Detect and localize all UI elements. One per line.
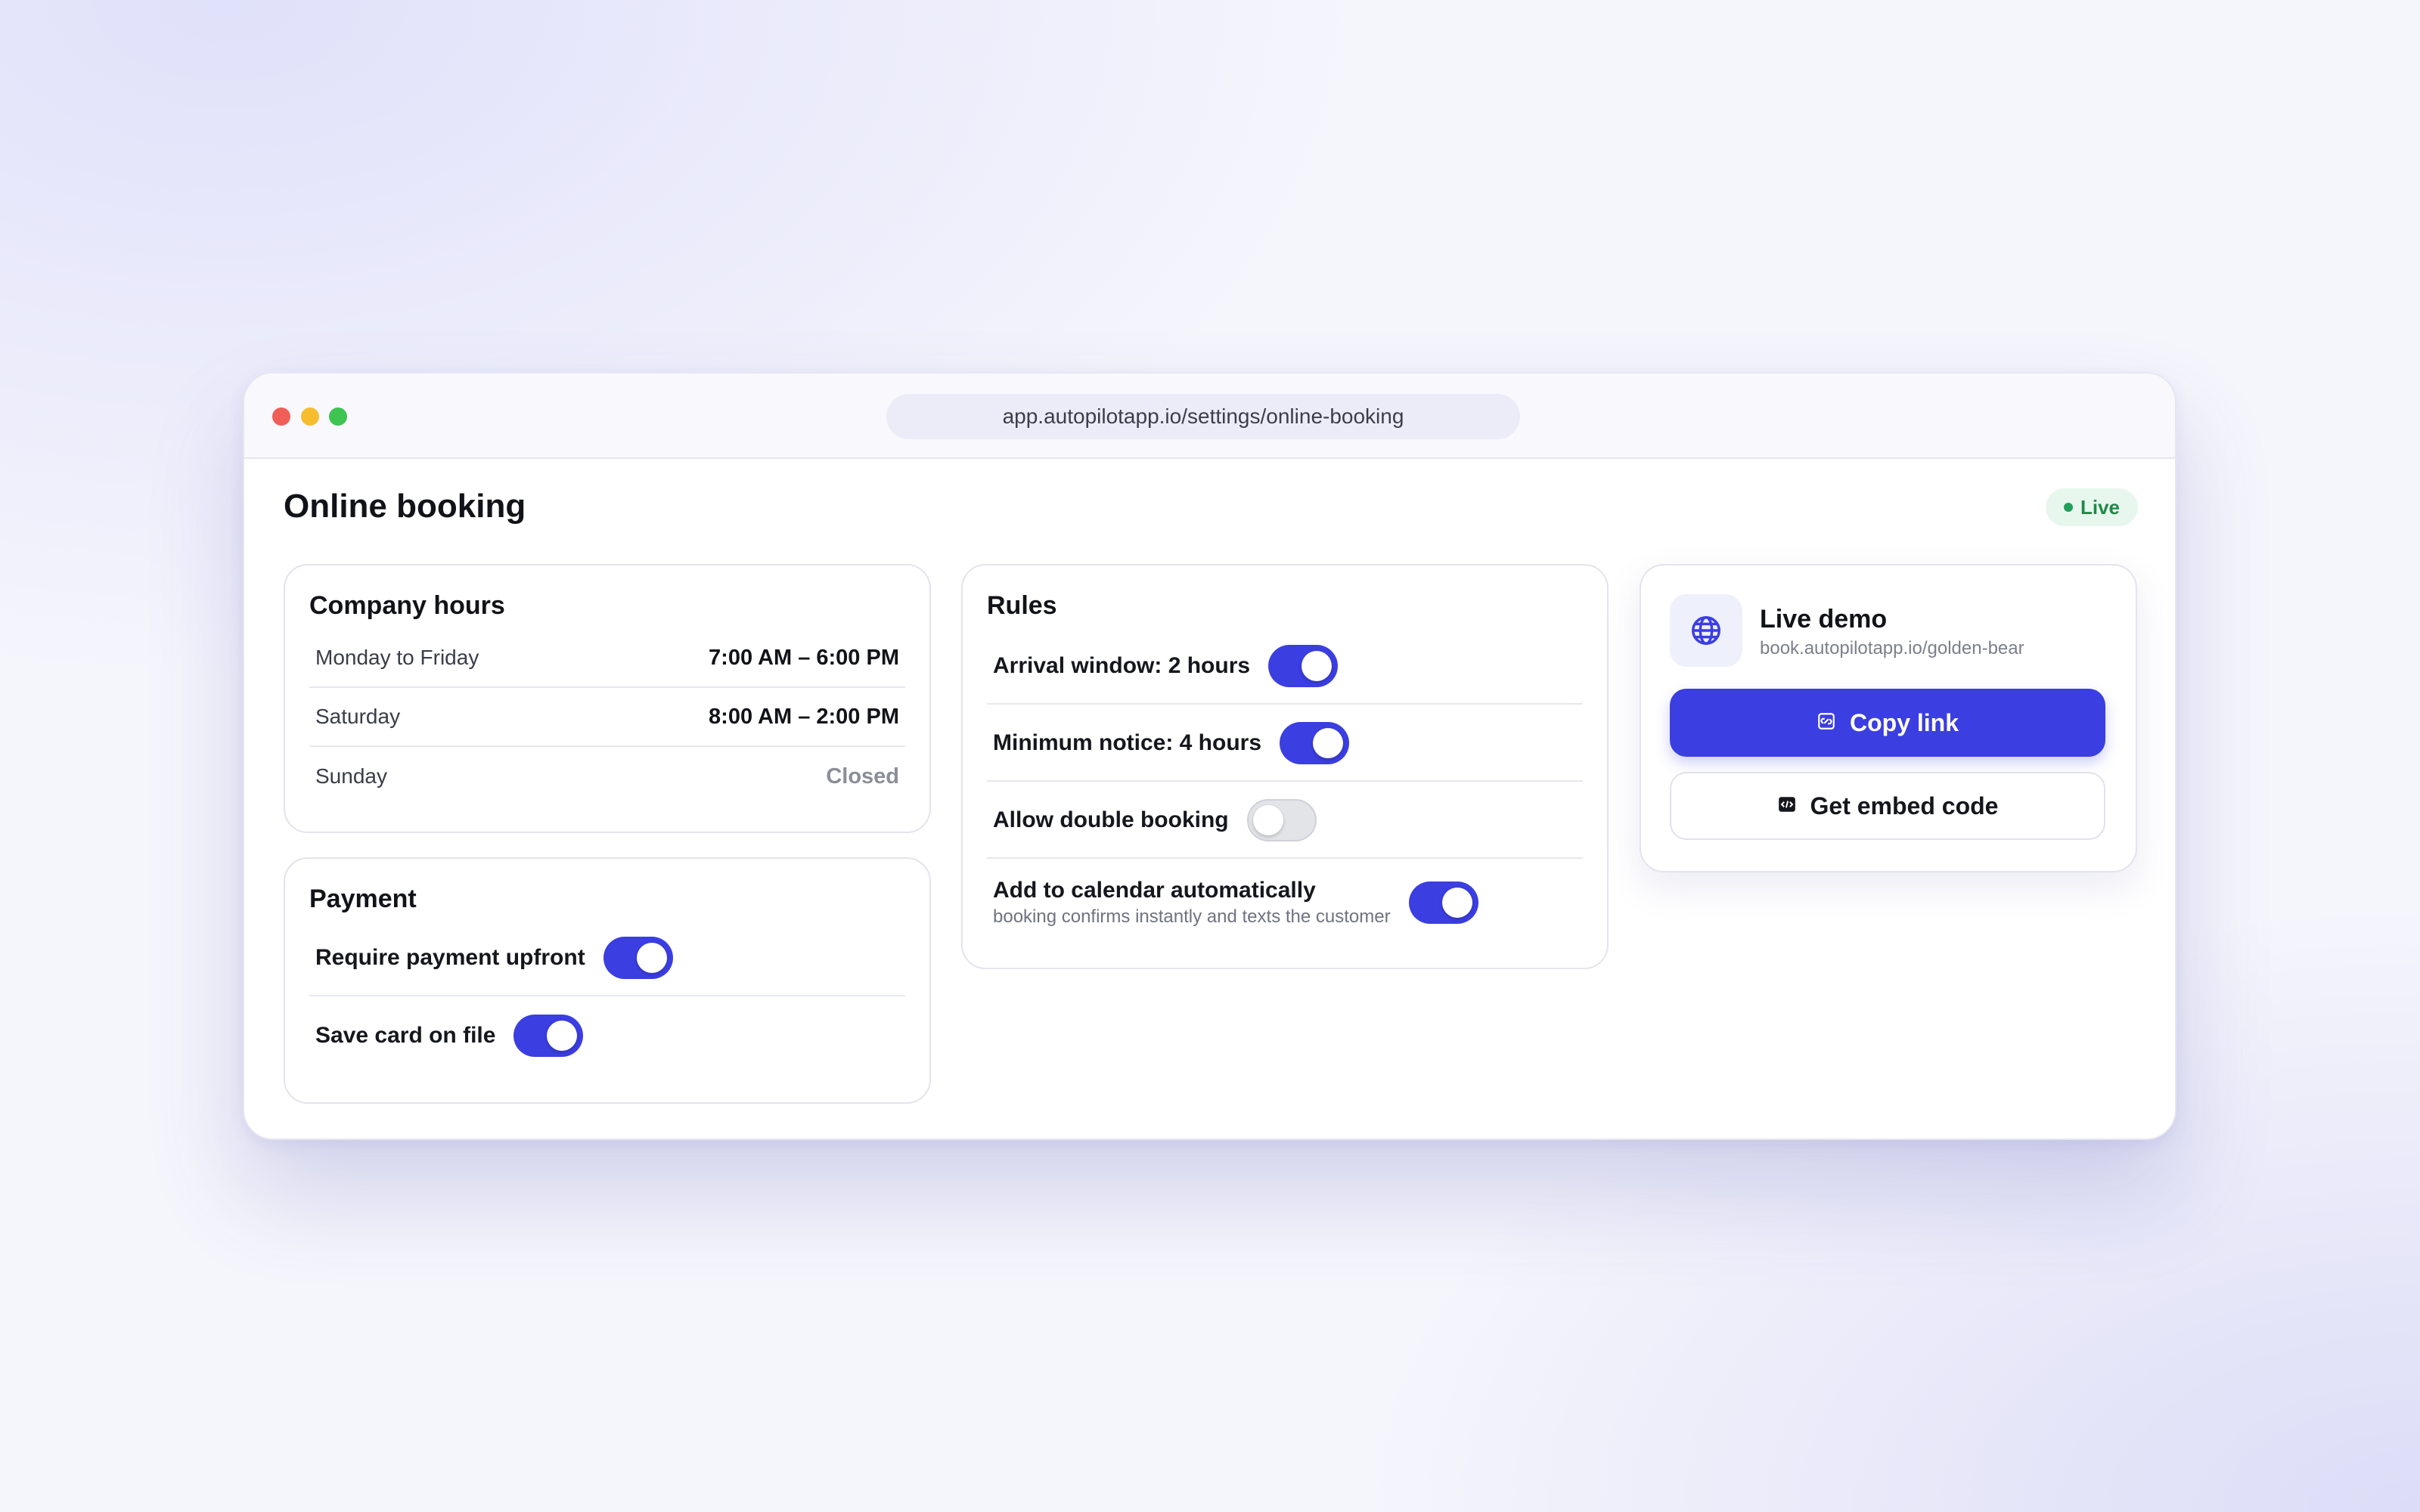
toggle-label: Save card on file — [315, 1023, 496, 1048]
booking-url: book.autopilotapp.io/golden-bear — [1760, 638, 2024, 658]
toggle-row-add-to-calendar: Add to calendar automatically booking co… — [987, 860, 1583, 945]
hours-value: Closed — [826, 764, 899, 789]
toggle-row-save-card: Save card on file — [309, 998, 905, 1074]
double-booking-toggle[interactable] — [1246, 799, 1317, 841]
toggle-label: Require payment upfront — [315, 945, 585, 970]
page-title: Online booking — [284, 488, 526, 525]
toggle-label: Add to calendar automatically — [993, 878, 1316, 903]
toggle-knob — [547, 1021, 578, 1051]
code-icon — [1777, 792, 1797, 820]
rules-card: Rules Arrival window: 2 hours Minimum no… — [961, 564, 1609, 969]
toggle-label: Allow double booking — [993, 807, 1229, 832]
hours-row: Sunday Closed — [309, 747, 905, 806]
toggle-row-arrival-window: Arrival window: 2 hours — [987, 629, 1583, 705]
browser-window: app.autopilotapp.io/settings/online-book… — [243, 372, 2176, 1140]
rules-title: Rules — [987, 591, 1057, 620]
hours-row: Monday to Friday 7:00 AM – 6:00 PM — [309, 629, 905, 688]
toggle-text: Add to calendar automatically booking co… — [993, 878, 1391, 928]
minimize-window-button[interactable] — [301, 407, 319, 426]
company-hours-card: Company hours Monday to Friday 7:00 AM –… — [284, 564, 931, 833]
live-demo-card: Live demo book.autopilotapp.io/golden-be… — [1640, 564, 2137, 872]
status-dot-icon — [2063, 503, 2073, 512]
company-hours-title: Company hours — [309, 591, 505, 620]
hours-row: Saturday 8:00 AM – 2:00 PM — [309, 688, 905, 747]
live-demo-title: Live demo — [1760, 605, 1888, 634]
toggle-row-minimum-notice: Minimum notice: 4 hours — [987, 706, 1583, 782]
get-embed-code-button[interactable]: Get embed code — [1670, 772, 2105, 840]
toggle-label: Minimum notice: 4 hours — [993, 730, 1262, 755]
payment-card: Payment Require payment upfront Save car… — [284, 857, 931, 1104]
toggle-label: Arrival window: 2 hours — [993, 653, 1251, 678]
title-bar: app.autopilotapp.io/settings/online-book… — [244, 373, 2175, 459]
arrival-window-toggle[interactable] — [1268, 645, 1339, 687]
toggle-description: booking confirms instantly and texts the… — [993, 906, 1391, 927]
add-to-calendar-toggle[interactable] — [1408, 881, 1478, 924]
toggle-knob — [1313, 728, 1344, 758]
address-bar[interactable]: app.autopilotapp.io/settings/online-book… — [886, 394, 1520, 439]
toggle-row-require-payment: Require payment upfront — [309, 921, 905, 996]
toggle-knob — [1252, 805, 1283, 835]
close-window-button[interactable] — [272, 407, 290, 426]
hours-value: 8:00 AM – 2:00 PM — [709, 704, 899, 729]
copy-link-button[interactable]: Copy link — [1670, 689, 2105, 757]
get-embed-code-label: Get embed code — [1810, 792, 1999, 820]
status-badge: Live — [2046, 488, 2138, 526]
maximize-window-button[interactable] — [329, 407, 347, 426]
save-card-toggle[interactable] — [513, 1015, 584, 1057]
toggle-row-double-booking: Allow double booking — [987, 783, 1583, 859]
toggle-knob — [1302, 651, 1333, 681]
minimum-notice-toggle[interactable] — [1280, 722, 1350, 764]
toggle-knob — [1441, 888, 1472, 918]
copy-link-label: Copy link — [1849, 708, 1959, 736]
hours-value: 7:00 AM – 6:00 PM — [709, 645, 899, 670]
hours-day: Monday to Friday — [315, 646, 479, 669]
hours-day: Sunday — [315, 764, 387, 788]
hours-day: Saturday — [315, 705, 401, 728]
status-badge-label: Live — [2080, 495, 2121, 519]
globe-icon — [1670, 594, 1742, 667]
require-payment-toggle[interactable] — [603, 937, 673, 979]
toggle-knob — [636, 943, 667, 973]
link-icon — [1817, 709, 1836, 737]
payment-title: Payment — [309, 885, 417, 913]
